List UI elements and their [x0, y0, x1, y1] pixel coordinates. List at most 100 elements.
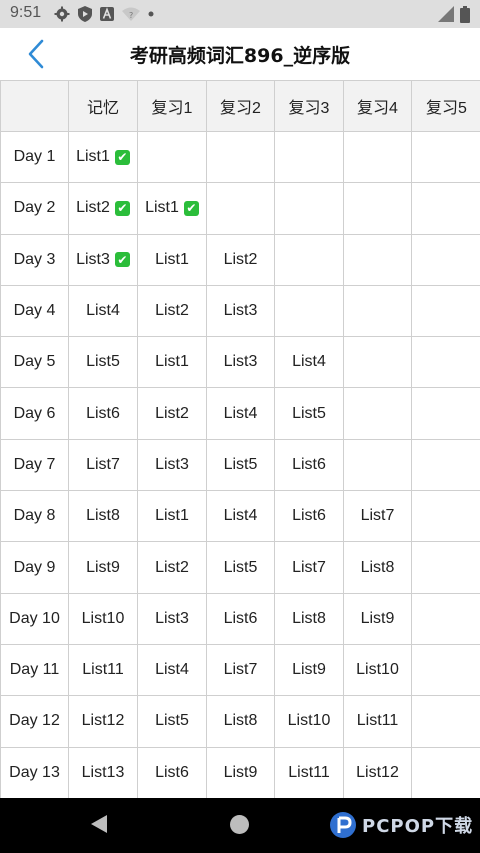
schedule-cell[interactable]: List2 — [137, 284, 207, 338]
schedule-cell[interactable]: List2 — [137, 387, 207, 440]
schedule-cell[interactable]: List6 — [274, 438, 344, 492]
cell-content: List11 — [288, 764, 330, 782]
schedule-cell[interactable]: List3 — [206, 284, 275, 338]
schedule-cell[interactable]: List1 — [137, 233, 207, 286]
schedule-cell — [274, 182, 344, 235]
schedule-cell[interactable]: List1 ✔ — [137, 182, 207, 235]
schedule-cell[interactable]: List12 — [343, 746, 412, 798]
list-label: List6 — [86, 404, 120, 422]
schedule-cell[interactable]: List7 — [68, 438, 138, 492]
column-header: 复习3 — [274, 80, 344, 132]
cell-content: List5 — [224, 456, 258, 474]
schedule-cell[interactable]: List11 — [274, 746, 344, 798]
schedule-cell[interactable]: List9 — [206, 746, 275, 798]
cell-content: List4 — [292, 353, 326, 371]
schedule-cell[interactable]: List9 — [343, 592, 412, 645]
schedule-cell[interactable]: List12 — [68, 695, 138, 748]
schedule-cell[interactable]: List13 — [68, 746, 138, 798]
check-mark-icon: ✔ — [114, 149, 130, 165]
table-row: Day 13 List13 List6 List9 List11 List12 — [0, 746, 480, 798]
watermark-logo-icon — [330, 812, 356, 838]
schedule-table-container[interactable]: 记忆 复习1 复习2 复习3 复习4 复习5 Day 1 List1 ✔ Day 2L… — [0, 80, 480, 798]
schedule-cell[interactable]: List8 — [206, 695, 275, 748]
cell-content: List5 — [86, 353, 120, 371]
schedule-cell[interactable]: List9 — [274, 643, 344, 697]
list-label: List2 — [155, 558, 189, 576]
list-label: List9 — [223, 763, 258, 781]
list-label: List7 — [223, 661, 258, 679]
schedule-cell[interactable]: List9 — [68, 541, 138, 594]
schedule-cell[interactable]: List7 — [274, 541, 344, 594]
table-row: Day 7 List7 List3 List5 List6 — [0, 438, 480, 492]
schedule-cell — [411, 592, 480, 645]
day-cell: Day 13 — [0, 746, 69, 798]
column-header: 复习1 — [137, 80, 207, 132]
schedule-cell[interactable]: List4 — [274, 336, 344, 389]
schedule-cell[interactable]: List8 — [274, 592, 344, 645]
schedule-cell[interactable]: List3 ✔ — [68, 233, 138, 286]
schedule-cell[interactable]: List2 — [206, 233, 275, 286]
schedule-cell[interactable]: List7 — [206, 643, 275, 697]
nav-home-icon[interactable] — [230, 815, 249, 834]
schedule-cell[interactable]: List2 — [137, 541, 207, 594]
cell-content: List9 — [292, 661, 326, 679]
schedule-cell — [411, 182, 480, 235]
schedule-cell[interactable]: List3 — [206, 336, 275, 389]
schedule-cell[interactable]: List8 — [68, 490, 138, 543]
cell-content: List1 — [155, 353, 189, 371]
schedule-cell[interactable]: List6 — [68, 387, 138, 440]
schedule-cell[interactable]: List10 — [68, 592, 138, 645]
cell-content: List2 — [224, 251, 258, 269]
column-header: 记忆 — [68, 80, 138, 132]
wifi-question-icon: ? — [122, 7, 140, 21]
schedule-cell[interactable]: List4 — [137, 643, 207, 697]
day-cell: Day 5 — [0, 336, 69, 389]
schedule-cell[interactable]: List5 — [137, 695, 207, 748]
list-label: List1 — [155, 507, 189, 525]
list-label: List4 — [223, 404, 258, 422]
schedule-cell[interactable]: List6 — [274, 490, 344, 543]
schedule-cell[interactable]: List1 — [137, 490, 207, 543]
schedule-cell[interactable]: List10 — [274, 695, 344, 748]
schedule-cell[interactable]: List3 — [137, 592, 207, 645]
schedule-cell[interactable]: List7 — [343, 490, 412, 543]
schedule-cell[interactable]: List2 ✔ — [68, 182, 138, 235]
schedule-cell[interactable]: List5 — [274, 387, 344, 440]
schedule-cell — [343, 130, 412, 184]
day-cell: Day 3 — [0, 233, 69, 286]
schedule-cell[interactable]: List1 ✔ — [68, 130, 138, 184]
cell-content: List4 — [155, 661, 189, 679]
day-cell: Day 10 — [0, 592, 69, 645]
nav-back-icon[interactable] — [90, 814, 108, 834]
schedule-cell — [137, 130, 207, 184]
schedule-cell[interactable]: List3 — [137, 438, 207, 492]
a-icon — [100, 7, 114, 21]
schedule-cell[interactable]: List4 — [68, 284, 138, 338]
cell-content: List6 — [292, 507, 326, 525]
schedule-cell[interactable]: List5 — [206, 541, 275, 594]
schedule-cell[interactable]: List6 — [137, 746, 207, 798]
page-title: 考研高频词汇896_逆序版 — [129, 45, 351, 67]
schedule-cell[interactable]: List4 — [206, 387, 275, 440]
list-label: List6 — [223, 609, 258, 627]
cell-content: List3 — [224, 353, 258, 371]
cell-content: List3 — [155, 610, 189, 628]
schedule-cell[interactable]: List11 — [343, 695, 412, 748]
list-label: List6 — [155, 763, 189, 781]
schedule-cell[interactable]: List5 — [68, 336, 138, 389]
schedule-cell[interactable]: List1 — [137, 336, 207, 389]
schedule-cell[interactable]: List11 — [68, 643, 138, 697]
svg-text:?: ? — [129, 11, 133, 20]
schedule-cell[interactable]: List6 — [206, 592, 275, 645]
list-label: List6 — [292, 507, 326, 525]
schedule-cell[interactable]: List10 — [343, 643, 412, 697]
list-label: List8 — [292, 609, 326, 627]
schedule-cell[interactable]: List4 — [206, 490, 275, 543]
day-cell: Day 1 — [0, 130, 69, 184]
schedule-cell — [411, 130, 480, 184]
list-label: List5 — [223, 455, 258, 473]
list-label: List9 — [86, 558, 120, 576]
schedule-cell[interactable]: List5 — [206, 438, 275, 492]
schedule-cell[interactable]: List8 — [343, 541, 412, 594]
schedule-cell — [411, 695, 480, 748]
